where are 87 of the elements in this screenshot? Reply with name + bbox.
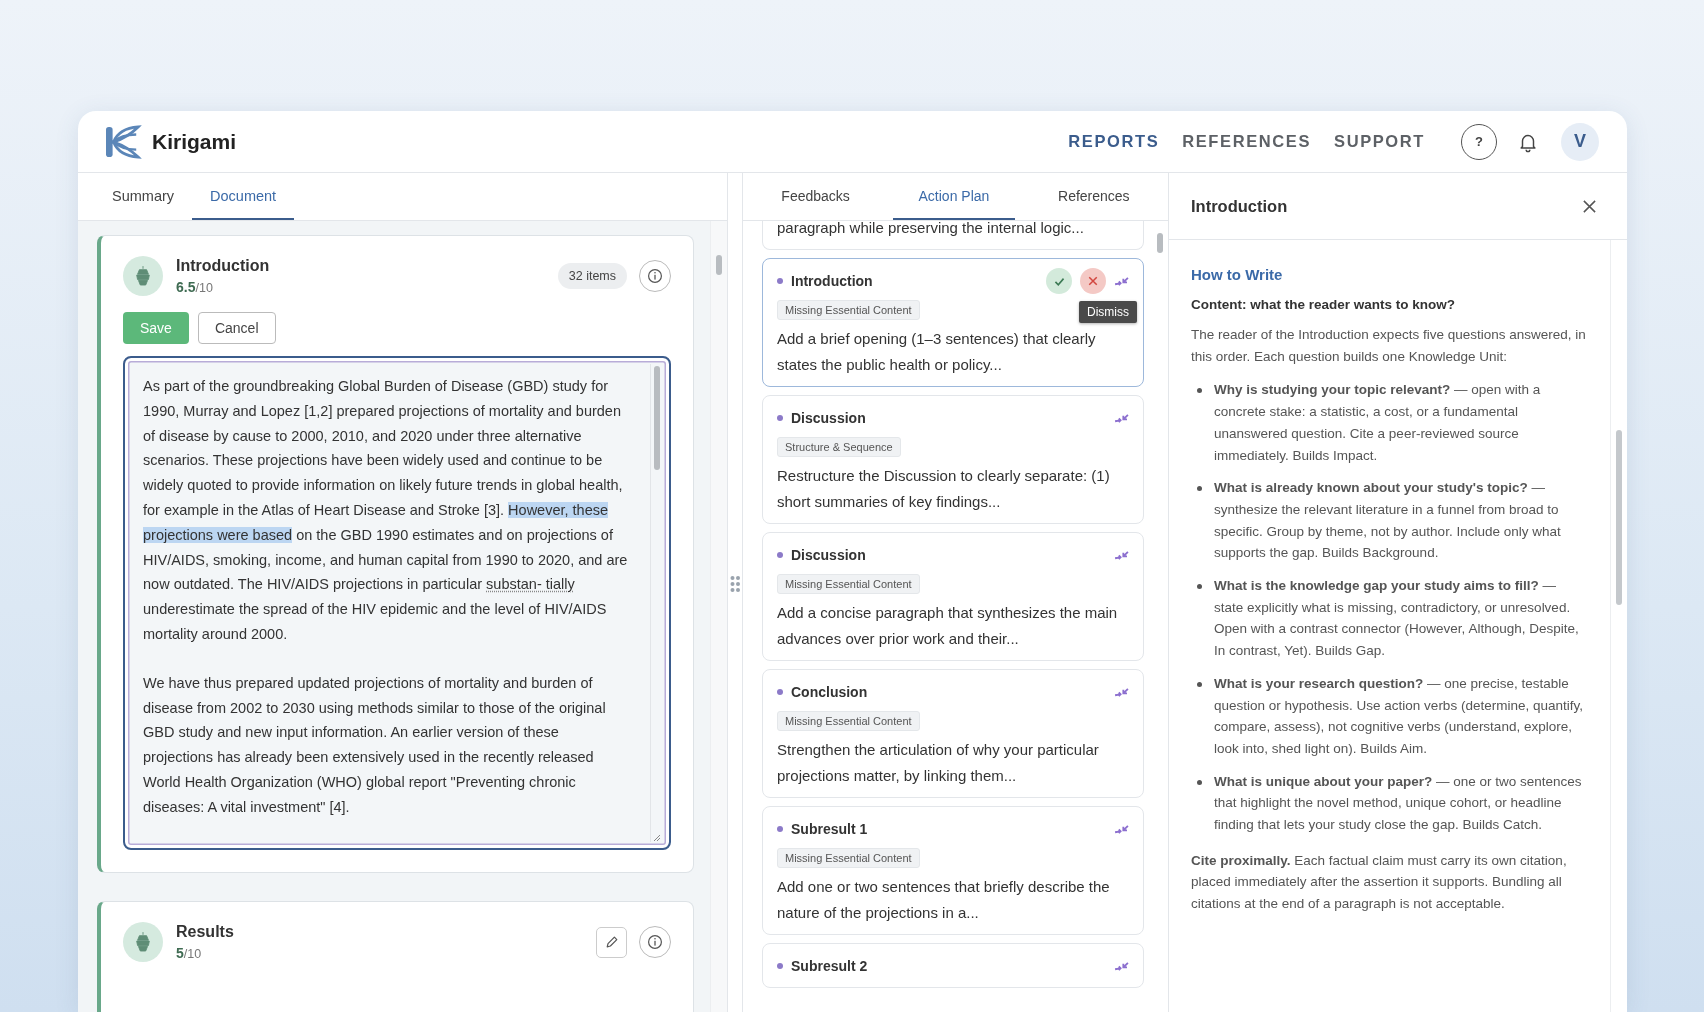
items-count: 32 items: [557, 263, 627, 289]
info-button[interactable]: [639, 926, 671, 958]
action-text: paragraph while preserving the internal logic...: [777, 221, 1084, 238]
arrows-icon[interactable]: [1114, 686, 1129, 698]
bullet-dot: [777, 826, 783, 832]
section-title: Results: [176, 923, 234, 941]
app-name: Kirigami: [152, 129, 237, 154]
section-name: Introduction: [791, 273, 873, 289]
logo-icon: [104, 124, 142, 159]
action-card[interactable]: paragraph while preserving the internal logic...: [762, 221, 1144, 250]
hive-icon: [123, 256, 163, 296]
arrows-icon[interactable]: [1114, 549, 1129, 561]
paragraph: We have thus prepared updated projections of mortality and burden of disease from 2002 to 2030 using methods similar to those of the original GBD study and new input information. An earlier version of these projections has already been extensively used in the recently released World Health Organization (WHO) global report "Preventing chronic diseases: A vital investment" [4].: [143, 673, 607, 817]
edit-button[interactable]: [596, 926, 627, 958]
tab[interactable]: References: [1032, 173, 1156, 220]
text-editor[interactable]: [123, 356, 671, 850]
action-card[interactable]: Conclusion Missing Essential Content Strengthen the articulation of why your particular projections matter, by linking them...: [762, 669, 1144, 798]
action-text: Add one or two sentences that briefly describe the nature of the projections in a...: [777, 877, 1111, 923]
subheading: Content: what the reader wants to know?: [1191, 297, 1456, 312]
arrows-icon[interactable]: [1114, 412, 1129, 424]
help-button[interactable]: ?: [1461, 123, 1497, 160]
nav-link[interactable]: REPORTS: [1068, 132, 1160, 151]
bullet-dot: [777, 689, 783, 695]
action-text: Add a brief opening (1–3 sentences) that clearly states the public health or policy...: [777, 329, 1097, 375]
nav-link[interactable]: SUPPORT: [1334, 132, 1425, 151]
accept-button[interactable]: [1046, 268, 1072, 294]
arrows-icon[interactable]: [1114, 823, 1129, 835]
dismiss-button[interactable]: [1080, 268, 1106, 294]
action-text: Strengthen the articulation of why your particular projections matter, by linking them...: [777, 740, 1100, 786]
bullet-dot: [777, 415, 783, 421]
paragraph: The reader of the Introduction expects five questions answered, in this order. Each question builds one Knowledge Unit:: [1191, 326, 1586, 366]
action-card[interactable]: Discussion Missing Essential Content Add a concise paragraph that synthesizes the main advances over prior work and their...: [762, 532, 1144, 661]
section-name: Discussion: [791, 410, 866, 426]
info-icon: [647, 934, 663, 950]
category-tag: Missing Essential Content: [777, 300, 920, 320]
user-avatar[interactable]: V: [1561, 122, 1599, 161]
info-icon: [647, 268, 663, 284]
bullet-dot: [1197, 486, 1202, 492]
panel-title: Introduction: [1191, 196, 1288, 216]
close-icon[interactable]: [1582, 198, 1597, 214]
bullet-dot: [1197, 388, 1202, 394]
action-card[interactable]: Discussion Structure & Sequence Restructure the Discussion to clearly separate: (1) short summaries of key findings...: [762, 395, 1144, 524]
bullet-dot: [777, 963, 783, 969]
bullet-dot: [1197, 584, 1202, 590]
bullet-dot: [1197, 681, 1202, 687]
action-card[interactable]: Subresult 1 Missing Essential Content Add one or two sentences that briefly describe the nature of the projections in a...: [762, 806, 1144, 935]
scrollbar-thumb[interactable]: [1157, 233, 1163, 253]
list-item: What is the knowledge gap your study aims to fill? — state explicitly what is missing, contradictory, or unresolved. Open with a contrast connector (However, Although, Despite, In contrast, Yet). Builds Gap.: [1214, 577, 1580, 661]
scrollbar-thumb[interactable]: [654, 366, 660, 470]
list-item: Why is studying your topic relevant? — open with a concrete stake: a statistic, a cost, or a fundamental unanswered question. Cite a peer-reviewed source immediately. Builds Impact.: [1214, 381, 1542, 465]
section-title: Introduction: [176, 257, 270, 275]
action-text: Restructure the Discussion to clearly separate: (1) short summaries of key findings...: [777, 466, 1111, 512]
section-score: 5/10: [176, 945, 203, 961]
bullet-dot: [777, 278, 783, 284]
resize-grip-icon[interactable]: [651, 832, 661, 842]
tab[interactable]: Feedbacks: [755, 173, 876, 220]
close-icon: [1087, 275, 1099, 287]
arrows-icon[interactable]: [1114, 275, 1129, 287]
cancel-button[interactable]: Cancel: [197, 312, 276, 344]
nav-link[interactable]: REFERENCES: [1182, 132, 1312, 151]
list-item: What is unique about your paper? — one or two sentences that highlight the novel method, unique cohort, or headline finding that lets your study close the gap. Builds Catch.: [1214, 772, 1583, 835]
info-button[interactable]: [639, 260, 671, 292]
category-tag: Missing Essential Content: [777, 711, 920, 731]
arrows-icon[interactable]: [1114, 960, 1129, 972]
category-tag: Structure & Sequence: [777, 437, 901, 457]
bullet-dot: [1197, 779, 1202, 785]
paragraph: As part of the groundbreaking Global Burden of Disease (GBD) study for 1990, Murray and Lopez [1,2] prepared projections of mortality and burden of disease by cause to 2000, 2010, and 2020 under three alternative scenarios. These projections have been widely used and continue to be widely quoted to provide information on likely future trends in global health, for example in the Atlas of Heart Disease and Stroke [3]. However, these projections were based on the GBD 1990 estimates and on projections of HIV/AIDS, smoking, income, and human capital from 1990 to 2020, and are now outdated. The HIV/AIDS projections in particular substan- tially underestimate the spread of the HIV epidemic and the level of HIV/AIDS mortality around 2000.: [143, 377, 629, 644]
section-heading: How to Write: [1191, 266, 1284, 283]
section-name: Discussion: [791, 547, 866, 563]
section-name: Conclusion: [791, 684, 868, 700]
section-name: Subresult 1: [791, 821, 868, 837]
tab[interactable]: Summary: [94, 173, 193, 220]
category-tag: Missing Essential Content: [777, 574, 920, 594]
list-item: What is your research question? — one precise, testable question or hypothesis. Use action verbs (determine, quantify, compare, assess), not cognitive verbs (understand, explore, look into, shed light on). Builds Aim.: [1214, 674, 1584, 758]
action-card[interactable]: Introduction Missing Essential Content Dismiss Add a brief opening (1–3 sentences) that clearly states the public health or policy...: [762, 258, 1144, 387]
scrollbar-thumb[interactable]: [1616, 430, 1622, 605]
paragraph: Cite proximally. Each factual claim must carry its own citation, placed immediately after the assertion it supports. Bundling all citations at the end of a paragraph is not acceptable.: [1191, 851, 1568, 914]
action-text: Add a concise paragraph that synthesizes the main advances over prior work and their...: [777, 603, 1119, 649]
hive-icon: [123, 922, 163, 962]
action-card[interactable]: Subresult 2: [762, 943, 1144, 988]
bullet-dot: [777, 552, 783, 558]
scrollbar-thumb[interactable]: [716, 255, 722, 275]
section-score: 6.5/10: [176, 279, 214, 295]
tooltip: Dismiss: [1079, 301, 1137, 323]
list-item: What is already known about your study's topic? — synthesize the relevant literature in a funnel from broad to specific. Group by theme, not by author. Include only what supports the gap. Builds Background.: [1214, 479, 1562, 563]
section-name: Subresult 2: [791, 958, 868, 974]
category-tag: Missing Essential Content: [777, 848, 920, 868]
